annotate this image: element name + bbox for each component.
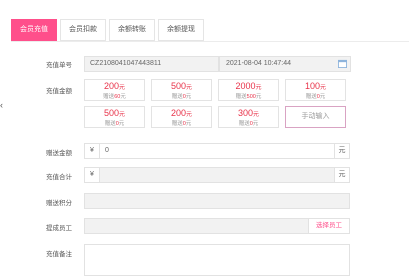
gift-prefix: 赠送: [104, 121, 116, 127]
amount-option[interactable]: 2000元 赠送500元: [218, 79, 279, 101]
amount-option[interactable]: 300元 赠送0元: [218, 106, 279, 128]
amount-label: 充值金额: [46, 88, 72, 95]
amount-value: 200: [103, 81, 119, 91]
amount-option[interactable]: 200元 赠送60元: [84, 79, 145, 101]
gift-prefix: 赠送: [171, 121, 183, 127]
amount-unit: 元: [320, 85, 327, 91]
order-no-value: CZ2108041047443811: [90, 60, 162, 67]
amount-value: 200: [170, 108, 186, 118]
gift-prefix: 赠送: [238, 121, 250, 127]
tab-balance-transfer[interactable]: 余额转账: [109, 19, 155, 41]
manual-input-button[interactable]: 手动输入: [285, 106, 346, 128]
tab-member-recharge[interactable]: 会员充值: [11, 19, 57, 41]
amount-unit: 元: [186, 85, 193, 91]
currency-prefix: ¥: [85, 144, 100, 158]
gift-prefix: 赠送: [235, 94, 247, 100]
amount-unit: 元: [255, 85, 262, 91]
order-no-label: 充值单号: [46, 62, 72, 69]
gift-value: 500: [246, 94, 256, 100]
points-field: [84, 193, 350, 209]
gift-amount-value: 0: [105, 147, 109, 154]
order-no-field: CZ2108041047443811: [84, 56, 219, 72]
gift-unit: 元: [252, 121, 259, 127]
amount-value: 2000: [235, 81, 256, 91]
remark-textarea[interactable]: [84, 244, 350, 276]
amount-unit: 元: [186, 112, 193, 118]
currency-prefix: ¥: [85, 168, 100, 182]
tab-bar: 会员充值 会员扣款 余额转账 余额提现: [11, 19, 207, 41]
datetime-value: 2021-08-04 10:47:44: [226, 60, 291, 67]
remark-label: 充值备注: [46, 251, 72, 258]
total-field: ¥ 元: [84, 167, 350, 183]
gift-unit: 元: [255, 94, 262, 100]
amount-value: 500: [170, 81, 186, 91]
amount-unit: 元: [119, 85, 126, 91]
gift-unit: 元: [185, 121, 192, 127]
amount-option[interactable]: 200元 赠送0元: [151, 106, 212, 128]
amount-value: 500: [103, 108, 119, 118]
datetime-field[interactable]: 2021-08-04 10:47:44: [219, 56, 351, 72]
select-staff-button[interactable]: 选择员工: [308, 219, 349, 233]
gift-unit: 元: [319, 94, 326, 100]
gift-amount-input[interactable]: ¥ 0 元: [84, 143, 350, 159]
gift-unit: 元: [120, 94, 126, 100]
amount-options: 200元 赠送60元 500元 赠送0元 2000元 赠送500元 100元 赠…: [84, 79, 349, 129]
unit-suffix: 元: [334, 168, 349, 182]
points-label: 赠送积分: [46, 200, 72, 207]
calendar-icon[interactable]: [338, 59, 347, 68]
amount-unit: 元: [253, 112, 260, 118]
gift-unit: 元: [118, 121, 125, 127]
gift-prefix: 赠送: [171, 94, 183, 100]
gift-prefix: 赠送: [305, 94, 317, 100]
gift-unit: 元: [185, 94, 192, 100]
amount-option[interactable]: 500元 赠送0元: [151, 79, 212, 101]
amount-option[interactable]: 100元 赠送0元: [285, 79, 346, 101]
tab-balance-withdraw[interactable]: 余额提现: [158, 19, 204, 41]
amount-option[interactable]: 500元 赠送0元: [84, 106, 145, 128]
gift-amount-label: 赠送金额: [46, 150, 72, 157]
unit-suffix: 元: [334, 144, 349, 158]
total-label: 充值合计: [46, 174, 72, 181]
staff-label: 提成员工: [46, 225, 72, 232]
amount-unit: 元: [119, 112, 126, 118]
amount-value: 300: [237, 108, 253, 118]
chevron-left-icon[interactable]: ‹: [0, 100, 6, 110]
gift-prefix: 赠送: [103, 94, 115, 100]
staff-field: 选择员工: [84, 218, 350, 234]
amount-value: 100: [304, 81, 320, 91]
tab-member-deduct[interactable]: 会员扣款: [60, 19, 106, 41]
tabs-divider: [11, 41, 409, 42]
